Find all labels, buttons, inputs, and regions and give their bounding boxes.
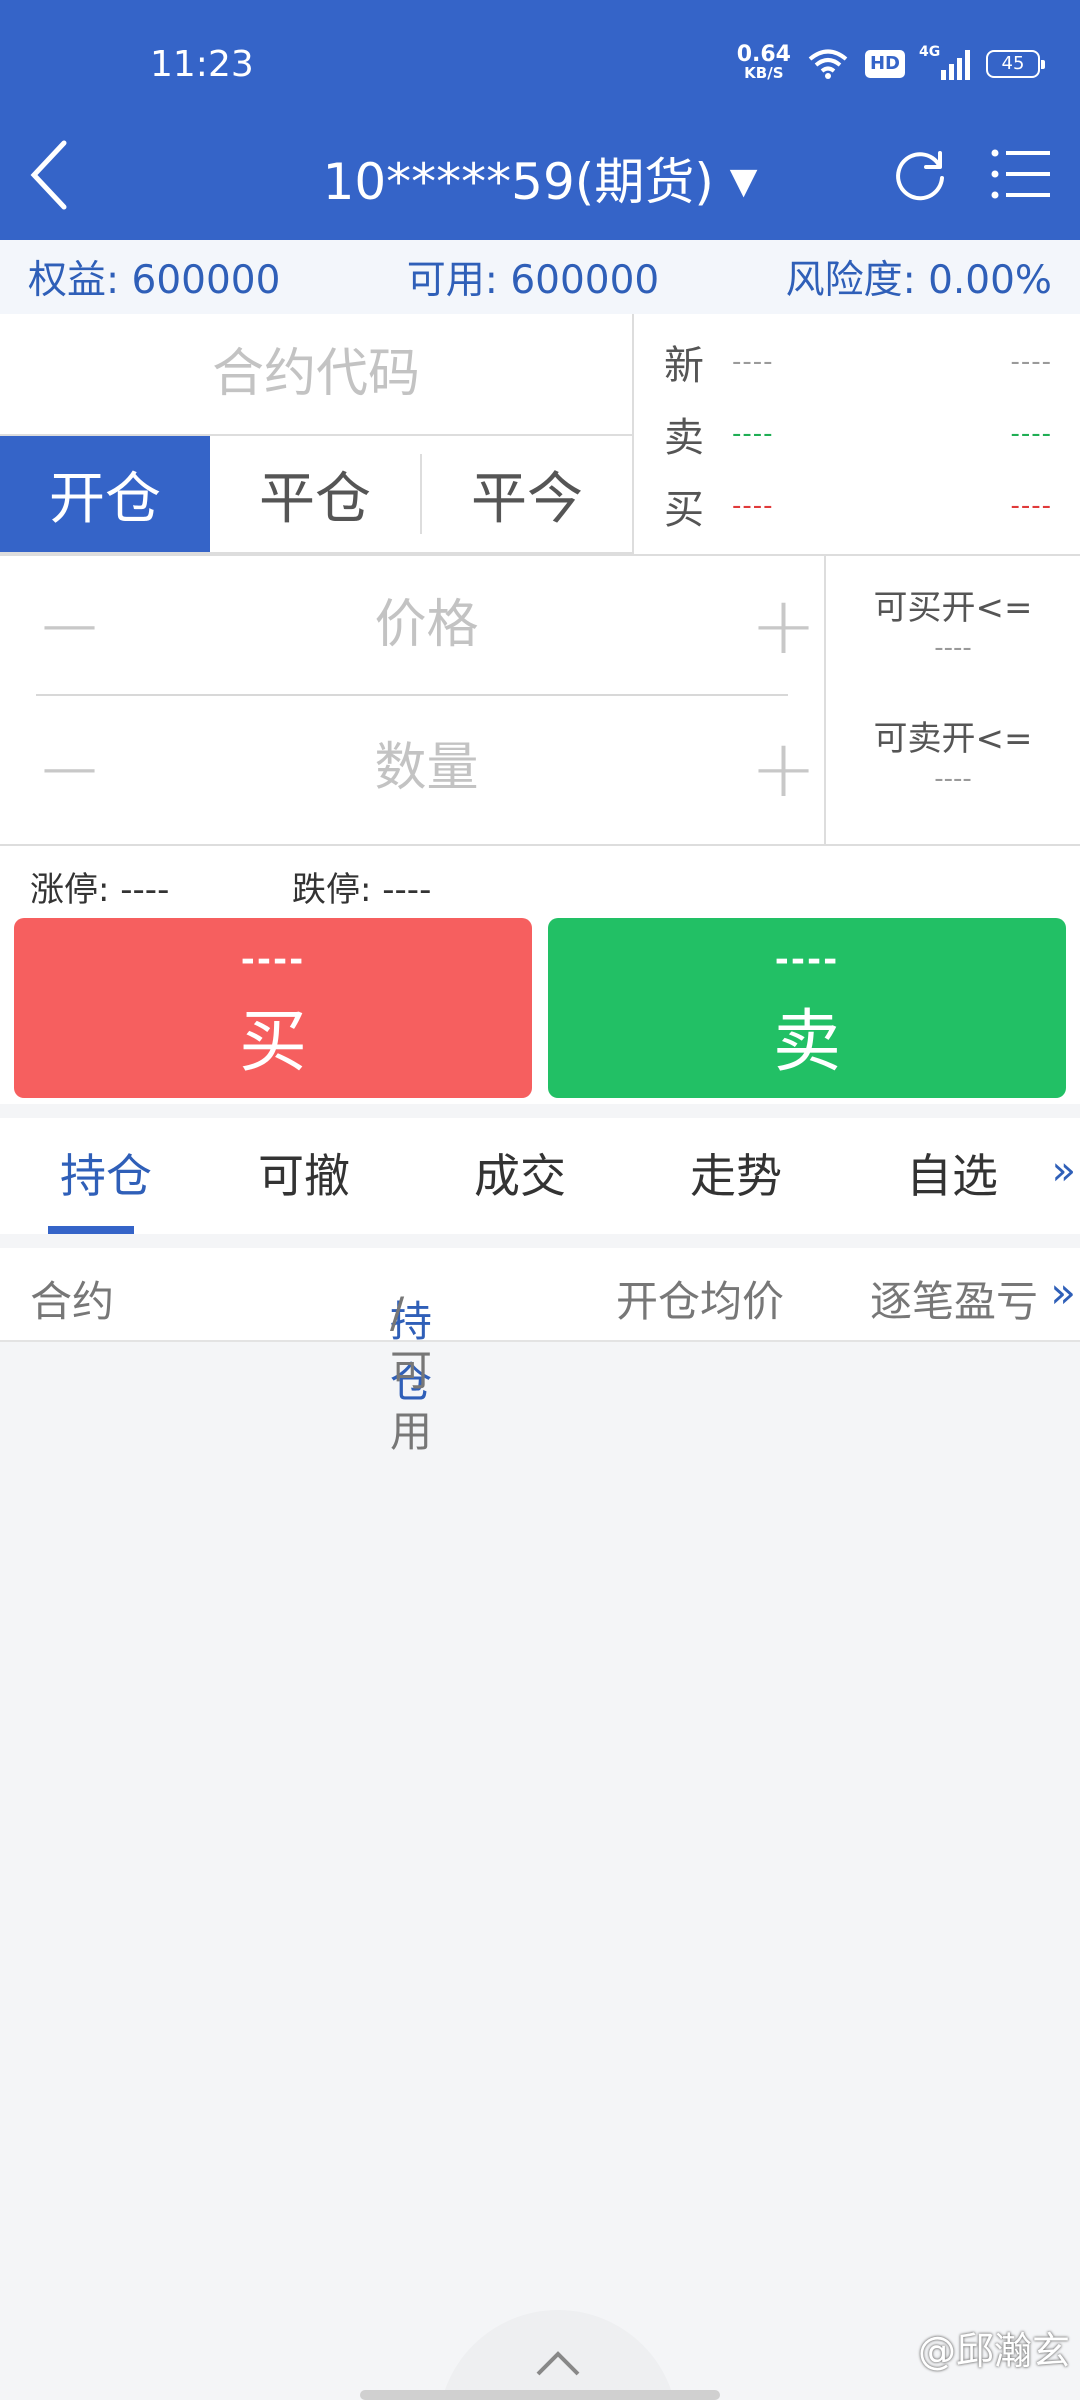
quote-label: 新 bbox=[664, 343, 704, 389]
sell-label: 卖 bbox=[772, 1003, 841, 1082]
can-buy-open-label: 可买开<= bbox=[873, 588, 1033, 628]
col-avg-open-price: 开仓均价 bbox=[616, 1277, 785, 1326]
equity-value: 权益: 600000 bbox=[28, 258, 281, 303]
col-available-label: /可用 bbox=[390, 1288, 433, 1456]
tab-positions[interactable]: 持仓 bbox=[16, 1118, 196, 1234]
quote-bid-row: 买 ---- ---- bbox=[664, 470, 1052, 542]
qty-plus-button[interactable]: + bbox=[750, 698, 817, 838]
back-arrow-icon[interactable] bbox=[24, 135, 74, 215]
tab-watchlist[interactable]: 自选 bbox=[844, 1118, 1060, 1234]
dropdown-triangle-icon: ▼ bbox=[729, 161, 758, 202]
sell-button[interactable]: ---- 卖 bbox=[548, 918, 1066, 1098]
price-qty-steppers: − + − + bbox=[0, 556, 824, 844]
contract-code-input[interactable] bbox=[56, 344, 576, 404]
bottom-tabs: 持仓 可撤 成交 走势 自选 » bbox=[0, 1118, 1080, 1234]
price-stepper: − + bbox=[36, 556, 817, 696]
quantity-stepper: − + bbox=[36, 698, 817, 838]
network-speed: 0.64 KB/S bbox=[736, 42, 791, 83]
quote-volume: ---- bbox=[1010, 419, 1052, 449]
limit-down: 跌停: ---- bbox=[292, 870, 432, 910]
pull-up-handle[interactable] bbox=[438, 2310, 678, 2400]
price-minus-button[interactable]: − bbox=[36, 556, 103, 694]
speed-unit: KB/S bbox=[744, 64, 784, 82]
columns-more-icon[interactable]: » bbox=[1050, 1268, 1076, 1317]
risk-value: 风险度: 0.00% bbox=[785, 258, 1052, 303]
menu-list-icon[interactable] bbox=[990, 145, 1052, 203]
battery-icon: 45 bbox=[986, 50, 1045, 78]
account-title-text: 10*****59(期货) bbox=[322, 153, 714, 211]
mode-open-tab[interactable]: 开仓 bbox=[0, 436, 210, 552]
signal-icon: 4G bbox=[919, 44, 970, 80]
limit-up: 涨停: ---- bbox=[30, 870, 170, 910]
col-pnl: 逐笔盈亏 bbox=[870, 1277, 1039, 1326]
tab-trades[interactable]: 成交 bbox=[412, 1118, 628, 1234]
top-bar: 11:23 0.64 KB/S HD 4G 45 10*****59(期货) ▼ bbox=[0, 0, 1080, 240]
quote-label: 买 bbox=[664, 487, 704, 533]
tab-trend[interactable]: 走势 bbox=[628, 1118, 844, 1234]
wifi-icon bbox=[808, 49, 848, 79]
account-summary: 权益: 600000 可用: 600000 风险度: 0.00% bbox=[0, 240, 1080, 314]
quantity-input[interactable] bbox=[103, 738, 751, 798]
price-limits: 涨停: ---- 跌停: ---- bbox=[0, 844, 1080, 914]
available-value: 可用: 600000 bbox=[406, 258, 660, 303]
status-time: 11:23 bbox=[150, 44, 254, 85]
order-panel: 开仓 平仓 平今 新 ---- ---- 卖 ---- ---- 买 ---- … bbox=[0, 314, 1080, 844]
quote-volume: ---- bbox=[1010, 347, 1052, 377]
quote-volume: ---- bbox=[1010, 491, 1052, 521]
quote-price: ---- bbox=[732, 347, 774, 377]
buy-button[interactable]: ---- 买 bbox=[14, 918, 532, 1098]
home-indicator bbox=[360, 2390, 720, 2400]
can-sell-open-label: 可卖开<= bbox=[873, 719, 1033, 759]
quote-ask-row: 卖 ---- ---- bbox=[664, 398, 1052, 470]
available-open-box: 可买开<= ---- 可卖开<= ---- bbox=[826, 556, 1080, 844]
price-input[interactable] bbox=[103, 595, 751, 655]
buy-label: 买 bbox=[238, 1003, 307, 1082]
quote-price: ---- bbox=[732, 491, 774, 521]
quote-box: 新 ---- ---- 卖 ---- ---- 买 ---- ---- bbox=[634, 314, 1080, 554]
hd-icon: HD bbox=[864, 50, 905, 78]
refresh-icon[interactable] bbox=[892, 145, 950, 203]
can-sell-open-value: ---- bbox=[934, 764, 972, 794]
sell-price: ---- bbox=[774, 940, 840, 980]
mode-close-today-tab[interactable]: 平今 bbox=[422, 436, 632, 552]
quote-price: ---- bbox=[732, 419, 774, 449]
contract-code-box bbox=[0, 314, 632, 436]
qty-minus-button[interactable]: − bbox=[36, 698, 103, 838]
speed-value: 0.64 bbox=[736, 42, 791, 67]
col-contract: 合约 bbox=[30, 1277, 115, 1326]
network-type: 4G bbox=[919, 44, 941, 60]
watermark: @邱瀚玄 bbox=[917, 2329, 1070, 2373]
price-plus-button[interactable]: + bbox=[750, 556, 817, 694]
buy-price: ---- bbox=[240, 940, 306, 980]
quote-label: 卖 bbox=[664, 415, 704, 461]
account-selector[interactable]: 10*****59(期货) ▼ bbox=[323, 153, 758, 211]
positions-table-header: 合约 持仓/可用 开仓均价 逐笔盈亏 » bbox=[0, 1248, 1080, 1456]
status-icons: 0.64 KB/S HD 4G 45 bbox=[736, 42, 1045, 83]
tabs-more-icon[interactable]: » bbox=[1052, 1148, 1076, 1194]
chevron-up-icon bbox=[536, 2351, 580, 2376]
tab-cancellable[interactable]: 可撤 bbox=[196, 1118, 412, 1234]
mode-close-tab[interactable]: 平仓 bbox=[210, 436, 420, 552]
trade-buttons: ---- 买 ---- 卖 bbox=[0, 914, 1080, 1104]
can-buy-open-value: ---- bbox=[934, 633, 972, 663]
quote-last-row: 新 ---- ---- bbox=[664, 326, 1052, 398]
order-mode-tabs: 开仓 平仓 平今 bbox=[0, 436, 632, 554]
